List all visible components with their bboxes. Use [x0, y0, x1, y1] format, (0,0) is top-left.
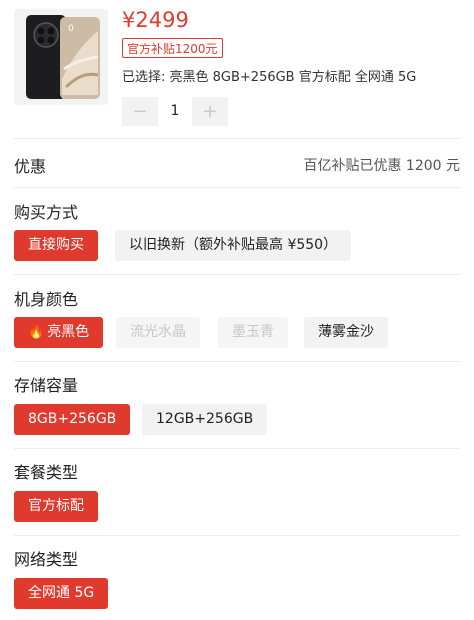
- purchase-method-title: 购买方式: [14, 203, 79, 222]
- minus-button[interactable]: −: [122, 97, 158, 126]
- flame-icon: 🔥: [28, 325, 45, 340]
- option-storage-12-256[interactable]: 12GB+256GB: [142, 404, 268, 435]
- network-title: 网络类型: [14, 550, 79, 569]
- product-image: 0: [14, 9, 108, 105]
- quantity-stepper: − 1 +: [122, 97, 228, 126]
- storage-title: 存储容量: [14, 376, 79, 395]
- color-title: 机身颜色: [14, 290, 79, 309]
- option-package-standard[interactable]: 官方标配: [14, 491, 98, 522]
- quantity-value[interactable]: 1: [158, 97, 192, 126]
- option-storage-8-256[interactable]: 8GB+256GB: [14, 404, 131, 435]
- option-trade-in[interactable]: 以旧换新（额外补贴最高 ¥550）: [115, 230, 352, 261]
- discount-title: 优惠: [14, 157, 47, 176]
- divider: [14, 274, 460, 275]
- option-network-5g[interactable]: 全网通 5G: [14, 578, 109, 609]
- package-title: 套餐类型: [14, 463, 79, 482]
- divider: [14, 448, 460, 449]
- option-color-gold[interactable]: 薄雾金沙: [304, 317, 388, 348]
- product-price: ¥2499: [122, 8, 189, 32]
- option-color-black-label: 亮黑色: [47, 324, 90, 340]
- option-color-jade[interactable]: 墨玉青: [218, 317, 288, 348]
- divider: [14, 138, 460, 139]
- product-summary: 0 ¥2499 官方补贴1200元 已选择: 亮黑色 8GB+256GB 官方标…: [0, 0, 474, 138]
- option-color-crystal[interactable]: 流光水晶: [116, 317, 200, 348]
- selected-spec-text: 已选择: 亮黑色 8GB+256GB 官方标配 全网通 5G: [122, 70, 417, 85]
- option-color-black[interactable]: 🔥 亮黑色: [14, 317, 104, 348]
- subsidy-badge: 官方补贴1200元: [122, 38, 223, 58]
- divider: [14, 361, 460, 362]
- option-direct-buy[interactable]: 直接购买: [14, 230, 98, 261]
- svg-text:0: 0: [68, 24, 74, 34]
- divider: [14, 187, 460, 188]
- divider: [14, 535, 460, 536]
- discount-value: 百亿补贴已优惠 1200 元: [303, 158, 460, 174]
- plus-button[interactable]: +: [192, 97, 228, 126]
- phone-image: 0: [14, 9, 108, 105]
